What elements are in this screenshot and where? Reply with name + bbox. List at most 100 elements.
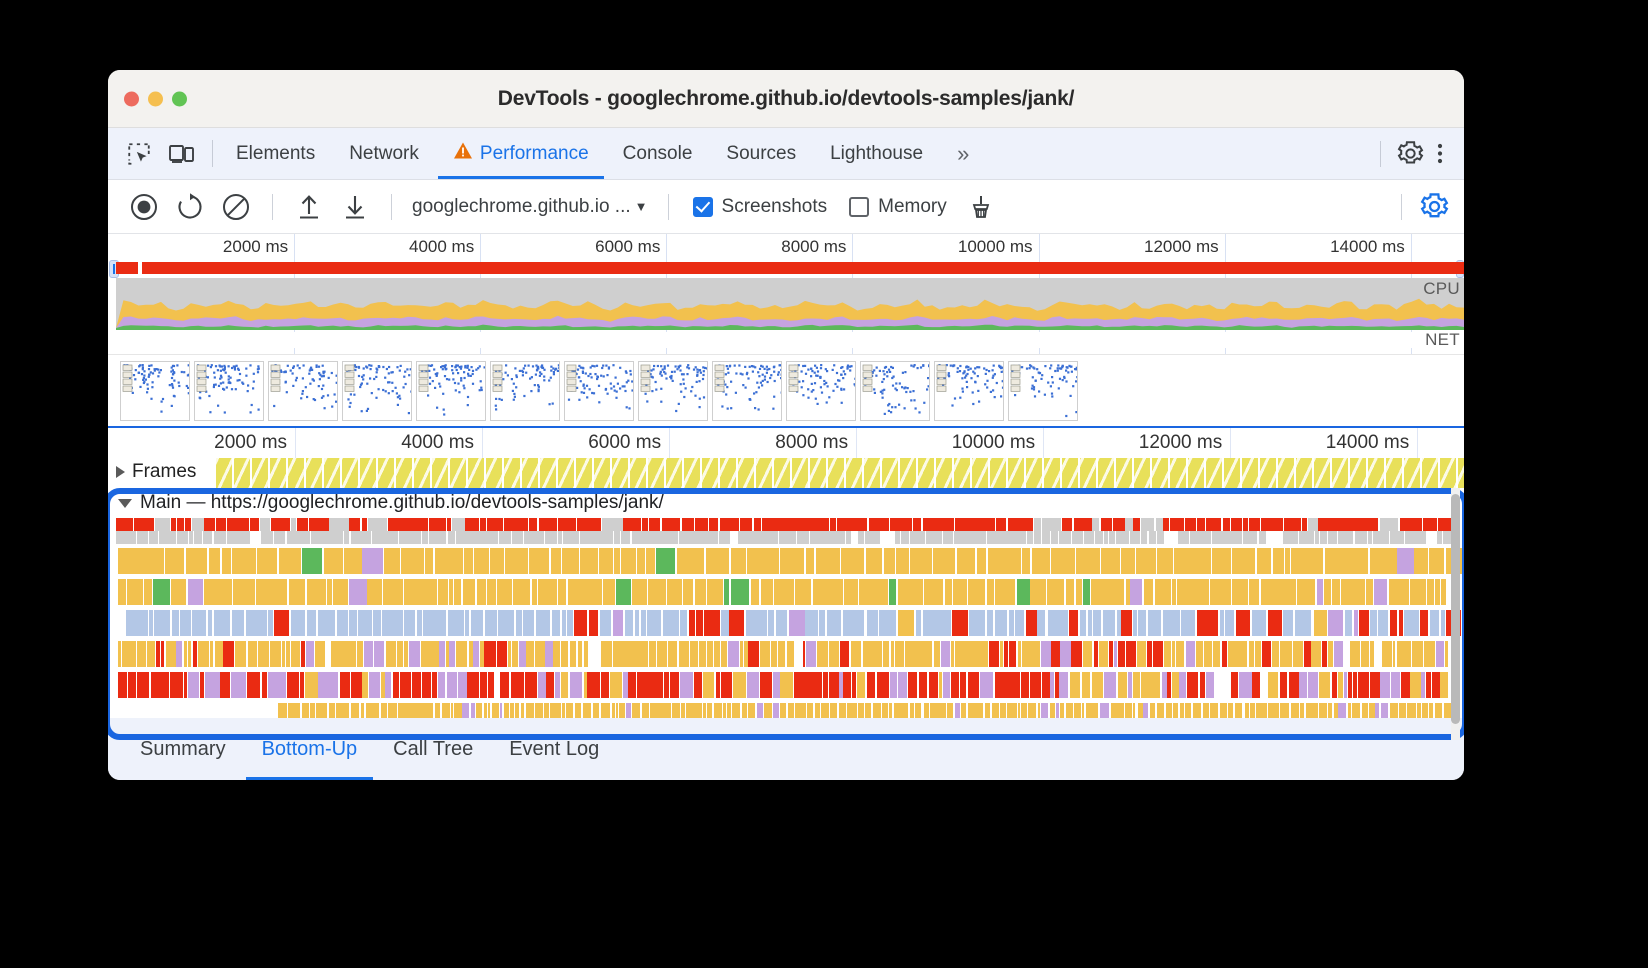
details-tab-event-log[interactable]: Event Log bbox=[493, 718, 615, 780]
expand-triangle-icon bbox=[116, 466, 125, 478]
filmstrip-screenshot[interactable] bbox=[342, 360, 412, 421]
frames-track[interactable]: Frames bbox=[108, 458, 1464, 488]
inspect-element-icon[interactable] bbox=[126, 141, 152, 167]
screenshots-checkbox[interactable]: Screenshots bbox=[685, 196, 836, 218]
overview-tick-label: 12000 ms bbox=[1143, 237, 1219, 256]
filmstrip-screenshot[interactable] bbox=[268, 360, 338, 421]
kebab-menu-icon[interactable] bbox=[1430, 140, 1450, 167]
flame-tick-label: 10000 ms bbox=[951, 432, 1036, 453]
url-selector[interactable]: googlechrome.github.io ... ▼ bbox=[408, 196, 652, 218]
filmstrip-screenshot[interactable] bbox=[934, 360, 1004, 421]
details-tab-label: Bottom-Up bbox=[261, 737, 358, 760]
tabstrip-divider bbox=[212, 140, 213, 167]
window-traffic-lights bbox=[124, 91, 187, 106]
filmstrip-screenshot[interactable] bbox=[416, 360, 486, 421]
minimize-window-button[interactable] bbox=[148, 91, 163, 106]
cpu-overview-chart: CPU bbox=[116, 278, 1464, 330]
details-tab-call-tree[interactable]: Call Tree bbox=[377, 718, 489, 780]
filmstrip-screenshot[interactable] bbox=[564, 360, 634, 421]
details-tab-label: Summary bbox=[140, 737, 226, 760]
flame-chart-row[interactable] bbox=[108, 610, 1464, 636]
tab-network[interactable]: Network bbox=[332, 128, 436, 179]
toolbar-divider-1 bbox=[272, 193, 273, 220]
upload-profile-icon[interactable] bbox=[289, 187, 329, 227]
gear-icon[interactable] bbox=[1397, 140, 1424, 167]
flame-chart-row[interactable] bbox=[108, 641, 1464, 667]
tab-elements[interactable]: Elements bbox=[219, 128, 332, 179]
details-tabbar: Summary Bottom-Up Call Tree Event Log bbox=[108, 718, 1464, 780]
more-tabs-button[interactable]: » bbox=[940, 128, 983, 179]
flame-chart-row[interactable] bbox=[108, 672, 1464, 698]
maximize-window-button[interactable] bbox=[172, 91, 187, 106]
filmstrip-screenshot[interactable] bbox=[712, 360, 782, 421]
flame-tick-label: 12000 ms bbox=[1138, 432, 1223, 453]
details-tab-summary[interactable]: Summary bbox=[124, 718, 242, 780]
toolbar-divider-3 bbox=[667, 193, 669, 220]
filmstrip-screenshot[interactable] bbox=[490, 360, 560, 421]
screenshots-label: Screenshots bbox=[721, 195, 828, 217]
flame-chart-row[interactable] bbox=[108, 579, 1464, 605]
collect-garbage-icon[interactable] bbox=[961, 187, 1001, 227]
overview-tick-label: 4000 ms bbox=[409, 237, 475, 256]
tab-performance[interactable]: Performance bbox=[436, 128, 606, 179]
flame-chart-ruler: 2000 ms 4000 ms 6000 ms 8000 ms 10000 ms 1200… bbox=[108, 428, 1464, 758]
flame-scrollbar-thumb[interactable] bbox=[1451, 494, 1460, 724]
memory-label: Memory bbox=[878, 195, 947, 217]
double-chevron-right-icon: » bbox=[957, 140, 969, 166]
screenshot-filmstrip[interactable] bbox=[108, 354, 1464, 428]
memory-checkbox[interactable]: Memory bbox=[841, 196, 955, 218]
memory-checkbox-box bbox=[849, 196, 870, 217]
flame-chart-row[interactable] bbox=[108, 531, 1464, 544]
overview-tick-label: 2000 ms bbox=[222, 237, 289, 256]
main-track[interactable]: Main — https://googlechrome.github.io/de… bbox=[108, 488, 1464, 740]
main-track-label: Main — https://googlechrome.github.io/de… bbox=[140, 492, 664, 513]
record-circle-icon[interactable] bbox=[124, 187, 164, 227]
tab-lighthouse[interactable]: Lighthouse bbox=[813, 128, 940, 179]
cpu-overview-label: CPU bbox=[1423, 279, 1460, 298]
tab-performance-label: Performance bbox=[479, 142, 589, 164]
performance-toolbar-right bbox=[1401, 187, 1464, 227]
overview-ruler: 2000 ms 4000 ms 6000 ms 8000 ms 10000 ms 1200… bbox=[108, 234, 1464, 382]
frames-bar bbox=[216, 458, 1464, 488]
clear-icon[interactable] bbox=[216, 187, 256, 227]
filmstrip-screenshot[interactable] bbox=[638, 360, 708, 421]
flame-tick-label: 2000 ms bbox=[214, 432, 288, 453]
tab-console-label: Console bbox=[622, 142, 693, 164]
filmstrip-screenshot[interactable] bbox=[194, 360, 264, 421]
url-selector-label: googlechrome.github.io ... bbox=[412, 195, 631, 217]
net-overview-label: NET bbox=[1425, 330, 1460, 349]
reload-record-icon[interactable] bbox=[170, 187, 210, 227]
tab-console[interactable]: Console bbox=[606, 128, 710, 179]
capture-settings-gear-icon[interactable] bbox=[1414, 187, 1454, 227]
devtools-tool-icons bbox=[108, 128, 206, 179]
flame-tick-label: 8000 ms bbox=[775, 432, 849, 453]
timeline-overview[interactable]: 2000 ms 4000 ms 6000 ms 8000 ms 10000 ms 1200… bbox=[108, 234, 1464, 382]
filmstrip-screenshot[interactable] bbox=[786, 360, 856, 421]
warning-triangle-icon bbox=[453, 141, 473, 166]
window-title: DevTools - googlechrome.github.io/devtoo… bbox=[497, 86, 1075, 110]
details-tab-label: Call Tree bbox=[393, 737, 474, 760]
frames-track-header[interactable]: Frames bbox=[116, 461, 203, 483]
tab-lighthouse-label: Lighthouse bbox=[830, 142, 924, 164]
tab-elements-label: Elements bbox=[236, 142, 316, 164]
overview-tick-label: 8000 ms bbox=[781, 237, 847, 256]
details-tab-bottom-up[interactable]: Bottom-Up bbox=[245, 718, 374, 780]
flame-chart-rows[interactable] bbox=[108, 518, 1464, 725]
devtools-tabs: Elements Network Performance Console Sou… bbox=[219, 128, 983, 179]
toolbar-divider-2 bbox=[391, 193, 392, 220]
filmstrip-screenshot[interactable] bbox=[860, 360, 930, 421]
download-profile-icon[interactable] bbox=[335, 187, 375, 227]
filmstrip-screenshot[interactable] bbox=[120, 360, 190, 421]
filmstrip-screenshot[interactable] bbox=[1008, 360, 1078, 421]
device-toolbar-icon[interactable] bbox=[168, 141, 196, 167]
main-track-header[interactable]: Main — https://googlechrome.github.io/de… bbox=[108, 488, 1464, 518]
flame-chart-row[interactable] bbox=[108, 518, 1464, 531]
details-tab-label: Event Log bbox=[509, 737, 600, 760]
flame-chart-area: 2000 ms 4000 ms 6000 ms 8000 ms 10000 ms 1200… bbox=[108, 428, 1464, 758]
overview-tick-label: 6000 ms bbox=[595, 237, 661, 256]
flame-chart-row[interactable] bbox=[108, 548, 1464, 574]
close-window-button[interactable] bbox=[124, 91, 139, 106]
flame-tick-label: 4000 ms bbox=[401, 432, 475, 453]
flame-tick-label: 14000 ms bbox=[1325, 432, 1410, 453]
tab-sources[interactable]: Sources bbox=[709, 128, 813, 179]
